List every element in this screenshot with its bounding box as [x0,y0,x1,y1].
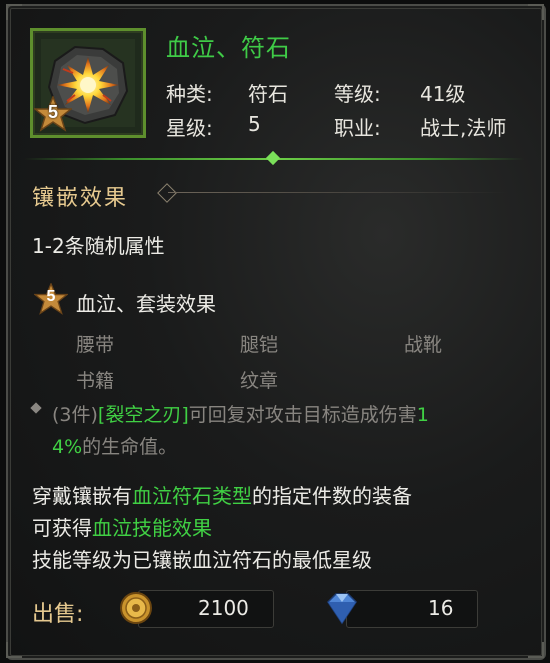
set-star-value: 5 [46,288,56,305]
set-title: 血泣、套装效果 [76,292,216,316]
diamond-price-box [346,590,478,628]
desc-text: 的指定件数的装备 [252,484,412,508]
slot-boots: 战靴 [404,334,443,356]
sale-label: 出售: [32,602,84,627]
inlay-heading: 镶嵌效果 [32,186,129,211]
set-bonus-line2: 4%的生命值。 [52,432,177,459]
frame-corner [6,642,22,658]
set-bonus-count: (3件) [52,404,98,426]
slot-belt: 腰带 [76,334,115,356]
section-divider [168,192,508,193]
diamond-icon [327,593,357,625]
grade-label: 星级: [166,116,213,140]
item-star-value: 5 [47,102,58,122]
level-value: 41级 [420,82,466,106]
set-bonus-line1: (3件)[裂空之刃]可回复对攻击目标造成伤害1 [52,400,429,427]
diamond-price: 16 [428,596,454,620]
desc-line2: 可获得血泣技能效果 [32,512,212,541]
class-value: 战士,法师 [420,116,507,140]
random-attr-text: 1-2条随机属性 [32,234,165,258]
set-bonus-skill: [裂空之刃] [97,404,189,426]
slot-emblem: 纹章 [240,370,279,392]
desc-highlight: 血泣符石类型 [132,484,252,508]
set-bonus-value-b: 4% [52,436,83,458]
gold-price: 2100 [198,596,249,620]
type-label: 种类: [166,82,213,106]
desc-text: 穿戴镶嵌有 [32,484,132,508]
desc-highlight: 血泣技能效果 [92,516,212,540]
slot-legs: 腿铠 [240,334,279,356]
grade-value: 5 [248,112,261,136]
type-value: 符石 [248,82,288,106]
class-label: 职业: [334,116,381,140]
desc-text: 可获得 [32,516,92,540]
item-name: 血泣、符石 [166,34,291,62]
set-bonus-suffix: 的生命值。 [82,436,178,458]
frame-corner [6,4,22,20]
slot-book: 书籍 [76,370,115,392]
level-label: 等级: [334,82,381,106]
set-star-badge: 5 [33,282,69,315]
frame-corner [528,642,544,658]
item-star-badge: 5 [32,95,74,132]
set-bonus-desc: 可回复对攻击目标造成伤害 [188,404,417,426]
desc-line3: 技能等级为已镶嵌血泣符石的最低星级 [32,548,372,572]
frame-corner [528,4,544,20]
desc-line1: 穿戴镶嵌有血泣符石类型的指定件数的装备 [32,480,412,509]
gold-coin-icon [120,592,152,624]
set-bonus-value-a: 1 [416,404,429,426]
